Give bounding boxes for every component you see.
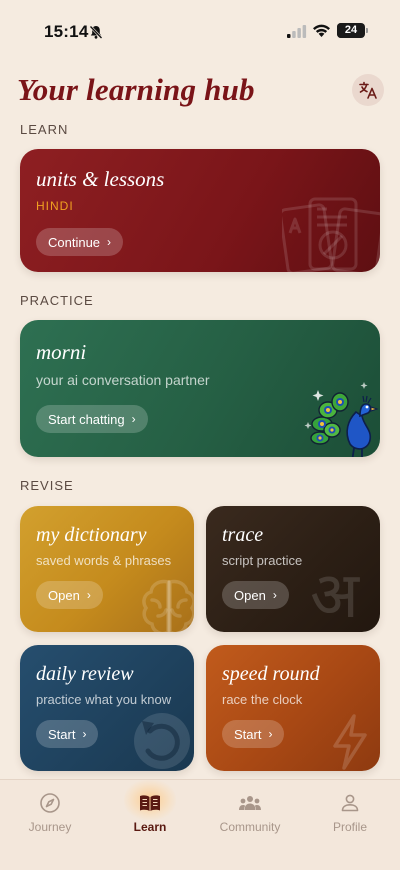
trace-card[interactable]: अ trace script practice Open ›	[206, 506, 380, 632]
card-subtitle: race the clock	[222, 692, 303, 707]
chevron-right-icon: ›	[268, 727, 273, 741]
person-icon	[341, 794, 359, 812]
card-subtitle: saved words & phrases	[36, 553, 172, 568]
lightning-icon	[333, 714, 367, 770]
chevron-right-icon: ›	[82, 727, 87, 741]
tab-journey[interactable]: Journey	[0, 780, 100, 850]
open-trace-button[interactable]: Open ›	[222, 581, 289, 609]
daily-review-card[interactable]: daily review practice what you know Star…	[20, 645, 194, 771]
card-subtitle: script practice	[222, 553, 303, 568]
units-lessons-card[interactable]: units & lessons HINDI Continue ›	[20, 149, 380, 272]
tab-label: Journey	[28, 820, 72, 834]
compass-icon	[40, 793, 60, 813]
start-review-button[interactable]: Start ›	[36, 720, 99, 748]
rotate-icon	[134, 713, 190, 769]
card-subtitle: practice what you know	[36, 692, 172, 707]
tab-label: Profile	[332, 820, 367, 834]
section-label-practice: PRACTICE	[20, 293, 94, 308]
tab-community[interactable]: Community	[200, 780, 300, 850]
speed-round-card[interactable]: speed round race the clock Start ›	[206, 645, 380, 771]
button-label: Start chatting	[48, 411, 125, 427]
tab-profile[interactable]: Profile	[300, 780, 400, 850]
status-time: 15:14	[44, 22, 89, 41]
card-title: trace	[222, 524, 264, 546]
card-title: morni	[36, 340, 87, 364]
dictionary-card[interactable]: my dictionary saved words & phrases Open…	[20, 506, 194, 632]
card-subtitle: your ai conversation partner	[36, 372, 210, 388]
people-icon	[239, 796, 261, 810]
card-title: my dictionary	[36, 524, 147, 546]
button-label: Start	[48, 726, 76, 742]
section-label-revise: REVISE	[20, 478, 74, 493]
tab-label: Community	[219, 820, 281, 834]
chevron-right-icon: ›	[272, 588, 277, 602]
morni-chat-card[interactable]: morni your ai conversation partner Start…	[20, 320, 380, 457]
signal-icon	[287, 25, 307, 38]
tab-label: Learn	[133, 820, 167, 834]
button-label: Open	[48, 587, 80, 603]
button-label: Continue	[48, 234, 101, 250]
battery-level: 24	[344, 24, 358, 36]
card-title: speed round	[222, 663, 320, 685]
tab-bar: Journey Learn Community Profile	[0, 779, 400, 870]
brain-icon	[142, 579, 194, 632]
button-label: Open	[234, 587, 266, 603]
open-dictionary-button[interactable]: Open ›	[36, 581, 103, 609]
button-label: Start	[234, 726, 262, 742]
continue-button[interactable]: Continue ›	[36, 228, 124, 256]
card-title: units & lessons	[36, 167, 165, 191]
battery-cap	[366, 28, 368, 33]
status-bar: 15:14 24	[0, 0, 400, 56]
wifi-icon	[313, 24, 330, 37]
start-chatting-button[interactable]: Start chatting ›	[36, 405, 148, 433]
translate-icon	[359, 81, 377, 99]
card-title: daily review	[36, 663, 134, 685]
start-speed-round-button[interactable]: Start ›	[222, 720, 285, 748]
chevron-right-icon: ›	[107, 235, 112, 249]
book-icon	[140, 795, 160, 811]
language-label: HINDI	[36, 199, 74, 213]
worksheet-icon	[282, 197, 380, 272]
translate-button[interactable]	[352, 74, 384, 106]
chevron-right-icon: ›	[131, 412, 136, 426]
section-label-learn: LEARN	[20, 122, 69, 137]
tab-learn[interactable]: Learn	[100, 780, 200, 850]
chevron-right-icon: ›	[86, 588, 91, 602]
bell-slash-icon	[89, 25, 103, 39]
devanagari-glyph: अ	[310, 559, 359, 632]
peacock-icon	[304, 382, 379, 457]
battery-icon: 24	[337, 23, 365, 38]
page-title: Your learning hub	[17, 72, 255, 107]
